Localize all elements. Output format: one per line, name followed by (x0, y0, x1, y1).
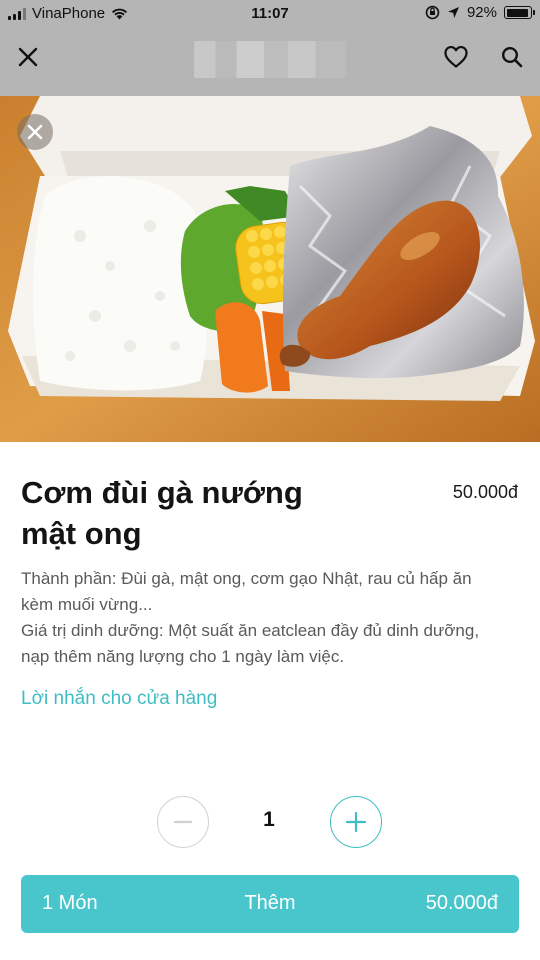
location-arrow-icon (447, 7, 459, 18)
battery-percent: 92% (466, 4, 497, 21)
search-icon (501, 46, 523, 68)
description-line: kèm muối vừng... (21, 595, 153, 614)
battery-icon (504, 6, 535, 19)
orientation-lock-icon (425, 5, 440, 20)
decrease-quantity-button[interactable] (157, 796, 209, 848)
minus-icon (173, 820, 193, 824)
top-overlay: VinaPhone 11:07 92% (0, 0, 540, 96)
product-photo (0, 96, 540, 442)
heart-icon (444, 45, 468, 68)
increase-quantity-button[interactable] (330, 796, 382, 848)
description-line: Giá trị dinh dưỡng: Một suất ăn eatclean… (21, 621, 480, 640)
status-bar: VinaPhone 11:07 92% (0, 0, 540, 28)
product-description: Thành phần: Đùi gà, mật ong, cơm gạo Nhậ… (21, 566, 521, 670)
product-price: 50.000đ (452, 482, 518, 502)
search-button[interactable] (497, 42, 527, 72)
blurred-store-name (194, 41, 346, 78)
close-icon (18, 47, 38, 67)
cart-total: 50.000đ (425, 892, 498, 914)
food-box-illustration (0, 96, 540, 442)
favorite-button[interactable] (441, 42, 471, 72)
close-icon (27, 124, 43, 140)
add-to-cart-button[interactable]: 1 Món Thêm 50.000đ (21, 875, 519, 933)
close-photo-button[interactable] (17, 114, 53, 150)
description-line: nạp thêm năng lượng cho 1 ngày làm việc. (21, 647, 345, 666)
quantity-stepper: 1 (0, 796, 540, 850)
close-button[interactable] (13, 42, 43, 72)
quantity-value: 1 (263, 808, 275, 831)
description-line: Thành phần: Đùi gà, mật ong, cơm gạo Nhậ… (21, 569, 472, 588)
plus-icon (345, 811, 367, 833)
nav-bar (0, 30, 540, 86)
store-note-link[interactable]: Lời nhắn cho cửa hàng (21, 688, 217, 710)
product-title: Cơm đùi gà nướng mật ong (21, 475, 303, 551)
